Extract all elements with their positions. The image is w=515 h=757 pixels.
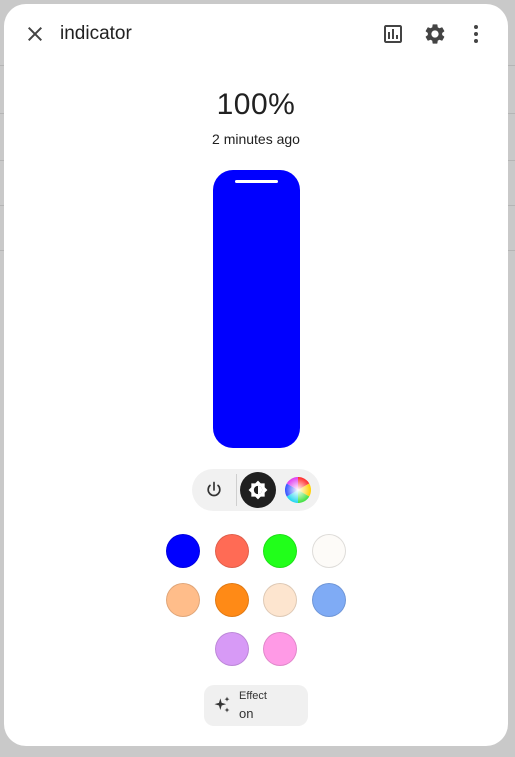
gear-icon	[425, 24, 445, 44]
color-preset-swatch[interactable]	[263, 583, 297, 617]
dialog-header: indicator	[4, 4, 508, 64]
color-preset-swatch[interactable]	[312, 583, 346, 617]
more-vertical-icon	[474, 25, 478, 43]
brightness-icon	[248, 480, 268, 500]
color-preset-swatch[interactable]	[263, 534, 297, 568]
power-toggle-button[interactable]	[196, 472, 232, 508]
effect-label: Effect	[239, 690, 267, 702]
color-preset-swatch[interactable]	[263, 632, 297, 666]
brightness-slider[interactable]	[213, 170, 300, 448]
color-preset-swatch[interactable]	[312, 534, 346, 568]
effect-button[interactable]: Effect on	[204, 685, 308, 726]
brightness-mode-button[interactable]	[240, 472, 276, 508]
color-preset-swatch[interactable]	[215, 534, 249, 568]
mode-toggle-bar	[192, 469, 320, 511]
settings-button[interactable]	[415, 14, 455, 54]
color-preset-swatch[interactable]	[166, 534, 200, 568]
close-button[interactable]	[15, 14, 55, 54]
last-changed: 2 minutes ago	[212, 131, 300, 147]
close-icon	[28, 27, 42, 41]
color-preset-swatch[interactable]	[215, 632, 249, 666]
sparkles-icon	[212, 695, 232, 715]
brightness-fill	[213, 170, 300, 448]
chart-box-icon	[384, 25, 402, 43]
brightness-handle[interactable]	[235, 180, 278, 183]
color-wheel-icon	[284, 477, 312, 503]
color-mode-button[interactable]	[280, 472, 316, 508]
history-button[interactable]	[373, 14, 413, 54]
more-info-dialog: indicator 100% 2 minutes ago Effect on	[4, 4, 508, 746]
mode-divider	[236, 474, 237, 506]
dialog-title: indicator	[60, 23, 132, 44]
color-preset-swatch[interactable]	[166, 583, 200, 617]
power-icon	[207, 481, 221, 497]
more-menu-button[interactable]	[456, 14, 496, 54]
color-preset-swatch[interactable]	[215, 583, 249, 617]
state-value: 100%	[216, 88, 296, 121]
effect-value: on	[239, 706, 254, 721]
